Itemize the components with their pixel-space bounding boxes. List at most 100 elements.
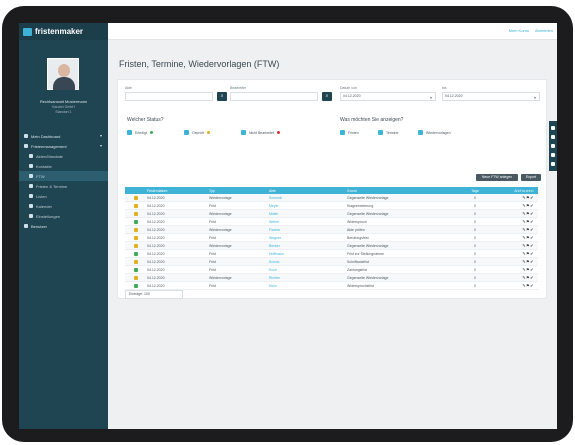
sidebar-item[interactable]: Listen [19, 191, 108, 201]
table-row[interactable]: 04.12.2020 Frist Weber Widerspruch 0 ✎⚑✔ [125, 218, 538, 226]
table-row[interactable]: 04.12.2020 Wiedervorlage Müller Gegenseite … [125, 210, 538, 218]
row-reason: Zahlungsfrist [347, 267, 368, 272]
sidebar-item[interactable]: Mein Dashboard ▾ [19, 131, 108, 141]
akte-search-button[interactable]: ⌕ [217, 92, 227, 101]
per-page-select[interactable]: Einträge: 100 [125, 290, 183, 299]
table-row[interactable]: 04.12.2020 Frist Meyer Klageerwiderung 0 ✎⚑✔ [125, 202, 538, 210]
row-reason: Klageerwiderung [347, 203, 374, 208]
avatar[interactable] [47, 58, 79, 90]
type-filter-title: Was möchten Sie anzeigen? [340, 117, 404, 123]
table-row[interactable]: 04.12.2020 Frist Schulz Schriftsatzfrist 0 ✎⚑… [125, 258, 538, 266]
row-type: Frist [209, 283, 216, 288]
row-file-link[interactable]: Richter [269, 276, 347, 280]
nav-icon [29, 164, 33, 168]
row-actions[interactable]: ✎⚑✔ [493, 227, 538, 232]
chevron-down-icon: ▾ [429, 95, 432, 100]
row-actions[interactable]: ✎⚑✔ [493, 195, 538, 200]
datum-bis-select[interactable]: 04.12.2020 ▾ [442, 92, 540, 101]
sidebar-item[interactable]: Kontakte [19, 161, 108, 171]
tool-icon[interactable] [551, 143, 555, 148]
tool-icon[interactable] [551, 161, 555, 166]
logo-icon [23, 27, 32, 36]
row-date: 04.12.2020 [147, 251, 165, 256]
search-icon: ⌕ [220, 93, 224, 99]
row-file-link[interactable]: Koch [269, 268, 347, 272]
col-type[interactable]: Typ [209, 189, 269, 193]
bearbeiter-input[interactable] [230, 92, 318, 101]
tablet-frame: fristenmaker Rechtsanwalt Mustermann Kan… [2, 6, 573, 442]
table-row[interactable]: 04.12.2020 Frist Klein Widerspruchsfrist 0 ✎⚑… [125, 282, 538, 290]
sidebar-item[interactable]: Einstellungen [19, 211, 108, 221]
row-date: 04.12.2020 [147, 259, 165, 264]
account-link[interactable]: Mein Konto [509, 28, 529, 33]
row-days: 0 [474, 283, 476, 288]
checkbox-icon [340, 130, 345, 135]
row-type: Frist [209, 203, 216, 208]
tool-icon[interactable] [551, 152, 555, 157]
row-file-link[interactable]: Müller [269, 212, 347, 216]
status-dot-yellow [206, 131, 210, 134]
status-erledigt-checkbox[interactable]: Erledigt [127, 130, 153, 135]
row-actions[interactable]: ✎⚑✔ [493, 219, 538, 224]
app-name: fristenmaker [35, 27, 84, 36]
row-file-link[interactable]: Schulz [269, 260, 347, 264]
row-actions[interactable]: ✎⚑✔ [493, 275, 538, 280]
sidebar-item[interactable]: Kalender [19, 201, 108, 211]
export-button[interactable]: Export [521, 174, 541, 181]
table-row[interactable]: 04.12.2020 Wiedervorlage Schmidt Gegenseite… [125, 194, 538, 202]
status-square-icon [134, 259, 138, 264]
status-geprueft-checkbox[interactable]: Geprüft [184, 130, 210, 135]
col-file[interactable]: Akte [269, 189, 347, 193]
table-row[interactable]: 04.12.2020 Frist Hoffmann Frist zur Stellun… [125, 250, 538, 258]
row-actions[interactable]: ✎⚑✔ [493, 259, 538, 264]
new-ftw-button[interactable]: Neue FTW anlegen [476, 174, 518, 181]
col-reason[interactable]: Grund [347, 189, 457, 193]
table-row[interactable]: 04.12.2020 Wiedervorlage Fischer Akte prüfe… [125, 226, 538, 234]
nav-icon [29, 184, 33, 188]
bearbeiter-search-button[interactable]: ⌕ [322, 92, 332, 101]
row-actions[interactable]: ✎⚑✔ [493, 203, 538, 208]
app-logo[interactable]: fristenmaker [19, 23, 108, 40]
type-fristen-checkbox[interactable]: Fristen [340, 130, 359, 135]
sidebar-item[interactable]: Fristen & Termine [19, 181, 108, 191]
table-row[interactable]: 04.12.2020 Wiedervorlage Becker Gegenseite … [125, 242, 538, 250]
sidebar-item[interactable]: Akten/Mandate [19, 151, 108, 161]
row-file-link[interactable]: Weber [269, 220, 347, 224]
datum-von-select[interactable]: 04.12.2020 ▾ [340, 92, 436, 101]
sidebar-item[interactable]: Benutzer [19, 221, 108, 231]
row-type: Frist [209, 235, 216, 240]
row-reason: Gegenseite Wiedervorlage [347, 211, 389, 216]
row-file-link[interactable]: Becker [269, 244, 347, 248]
row-file-link[interactable]: Hoffmann [269, 252, 347, 256]
row-type: Frist [209, 251, 216, 256]
row-file-link[interactable]: Meyer [269, 204, 347, 208]
row-actions[interactable]: ✎⚑✔ [493, 235, 538, 240]
logout-link[interactable]: Abmelden [535, 28, 553, 33]
col-date[interactable]: Fristendatum [147, 189, 209, 193]
type-wiedervorlagen-checkbox[interactable]: Wiedervorlagen [418, 130, 451, 135]
table-row[interactable]: 04.12.2020 Wiedervorlage Richter Gegenseite… [125, 274, 538, 282]
row-actions[interactable]: ✎⚑✔ [493, 243, 538, 248]
table-row[interactable]: 04.12.2020 Frist Wagner Berufungsfrist 0 ✎⚑✔ [125, 234, 538, 242]
status-nicht-bearbeitet-checkbox[interactable]: Nicht Bearbeitet [241, 130, 280, 135]
status-indicator [125, 259, 147, 264]
sidebar-item[interactable]: FTW [19, 171, 108, 181]
row-actions[interactable]: ✎⚑✔ [493, 267, 538, 272]
row-file-link[interactable]: Klein [269, 284, 347, 288]
row-file-link[interactable]: Wagner [269, 236, 347, 240]
type-termine-checkbox[interactable]: Termine [378, 130, 398, 135]
row-file-link[interactable]: Fischer [269, 228, 347, 232]
sidebar-item[interactable]: Fristenmanagement ▾ [19, 141, 108, 151]
tool-icon[interactable] [551, 135, 555, 140]
row-actions[interactable]: ✎⚑✔ [493, 211, 538, 216]
row-actions[interactable]: ✎⚑✔ [493, 283, 538, 288]
row-reason: Frist zur Stellungnahme [347, 251, 384, 256]
tool-icon[interactable] [551, 126, 555, 131]
col-days[interactable]: Tage [457, 189, 493, 193]
akte-input[interactable] [125, 92, 213, 101]
sidebar-item-label: Listen [36, 193, 47, 199]
row-date: 04.12.2020 [147, 219, 165, 224]
row-actions[interactable]: ✎⚑✔ [493, 251, 538, 256]
row-file-link[interactable]: Schmidt [269, 196, 347, 200]
table-row[interactable]: 04.12.2020 Frist Koch Zahlungsfrist 0 ✎⚑✔ [125, 266, 538, 274]
